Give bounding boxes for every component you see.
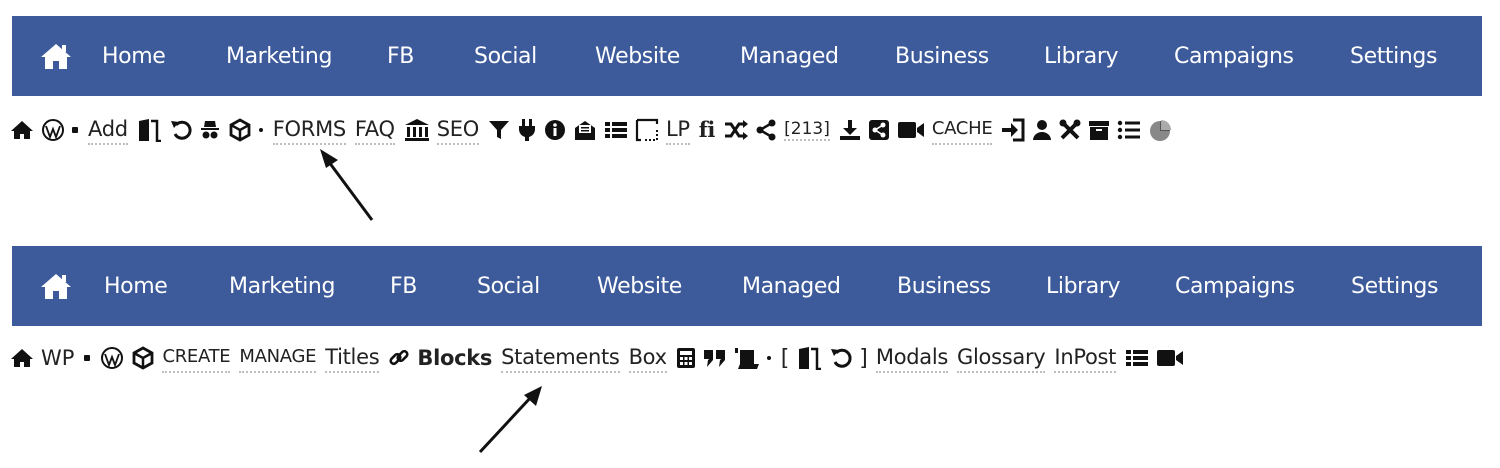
filter-icon[interactable] <box>488 119 510 141</box>
bracket-open: [ <box>780 345 790 371</box>
wordpress-icon[interactable] <box>41 118 65 142</box>
wordpress-icon[interactable] <box>100 346 124 370</box>
undo-icon[interactable] <box>170 119 192 141</box>
archive-icon[interactable] <box>1088 119 1110 141</box>
door-exit-icon[interactable] <box>137 118 163 142</box>
wp-link[interactable]: WP <box>41 346 74 370</box>
bottom-main-nav: Home Marketing FB Social Website Managed… <box>12 246 1482 326</box>
pointer-arrow <box>478 386 542 454</box>
cube-icon[interactable] <box>228 118 252 142</box>
calculator-icon[interactable] <box>676 347 696 369</box>
bank-icon[interactable] <box>404 118 430 142</box>
undo-icon[interactable] <box>830 347 852 369</box>
nav-home[interactable]: Home <box>104 246 168 326</box>
pie-chart-icon[interactable] <box>1148 118 1172 142</box>
nav-home[interactable]: Home <box>102 16 166 96</box>
fi-link[interactable]: fi <box>699 117 716 144</box>
separator-dot <box>72 127 78 133</box>
home-icon[interactable] <box>10 120 34 140</box>
nav-managed[interactable]: Managed <box>742 246 841 326</box>
blocks-link[interactable]: Blocks <box>417 345 492 372</box>
share-icon[interactable] <box>755 119 777 141</box>
nav-campaigns[interactable]: Campaigns <box>1175 246 1295 326</box>
box-link[interactable]: Box <box>628 344 667 373</box>
nav-settings[interactable]: Settings <box>1350 16 1437 96</box>
home-icon[interactable] <box>40 42 72 70</box>
envelope-open-icon[interactable] <box>573 118 597 142</box>
nav-settings[interactable]: Settings <box>1351 246 1438 326</box>
download-icon[interactable] <box>839 119 861 141</box>
incognito-icon[interactable] <box>199 119 221 141</box>
separator-dot <box>258 128 263 132</box>
bullet-list-icon[interactable] <box>1117 120 1141 140</box>
video-camera-icon[interactable] <box>897 120 925 140</box>
nav-marketing[interactable]: Marketing <box>229 246 335 326</box>
nav-business[interactable]: Business <box>897 246 991 326</box>
top-main-nav: Home Marketing FB Social Website Managed… <box>12 16 1482 96</box>
video-camera-icon[interactable] <box>1156 348 1184 368</box>
link-icon[interactable] <box>388 347 410 369</box>
separator-dot <box>84 355 91 361</box>
shuffle-icon[interactable] <box>724 120 749 140</box>
statements-link[interactable]: Statements <box>501 344 620 373</box>
home-icon[interactable] <box>10 348 34 368</box>
nav-social[interactable]: Social <box>474 16 537 96</box>
lp-link[interactable]: LP <box>665 116 690 145</box>
list-icon[interactable] <box>1125 348 1149 368</box>
titles-link[interactable]: Titles <box>325 344 380 373</box>
inpost-link[interactable]: InPost <box>1054 344 1116 373</box>
nav-business[interactable]: Business <box>895 16 989 96</box>
nav-fb[interactable]: FB <box>387 16 414 96</box>
modals-link[interactable]: Modals <box>875 344 948 373</box>
create-link[interactable]: CREATE <box>162 344 231 373</box>
nav-campaigns[interactable]: Campaigns <box>1174 16 1294 96</box>
bracket-close: ] <box>859 345 868 371</box>
tools-icon[interactable] <box>1059 119 1081 141</box>
forms-link[interactable]: FORMS <box>272 116 346 145</box>
nav-website[interactable]: Website <box>595 16 680 96</box>
door-exit-icon[interactable] <box>797 346 823 370</box>
count-badge[interactable]: [213] <box>784 119 830 141</box>
user-icon[interactable] <box>1032 119 1052 141</box>
seo-link[interactable]: SEO <box>436 116 479 145</box>
list-icon[interactable] <box>604 120 628 140</box>
share-square-icon[interactable] <box>868 119 890 141</box>
top-toolbar: Add FORMS FAQ SEO LP fi [213] CACHE <box>10 110 1179 150</box>
home-icon[interactable] <box>40 272 72 300</box>
nav-library[interactable]: Library <box>1046 246 1121 326</box>
cube-icon[interactable] <box>131 346 155 370</box>
scroll-icon[interactable] <box>734 346 760 370</box>
bottom-toolbar: WP CREATE MANAGE Titles Blocks Statement… <box>10 338 1191 378</box>
glossary-link[interactable]: Glossary <box>957 344 1046 373</box>
cache-link[interactable]: CACHE <box>931 116 993 145</box>
nav-social[interactable]: Social <box>477 246 540 326</box>
nav-library[interactable]: Library <box>1044 16 1119 96</box>
select-box-icon[interactable] <box>635 118 659 142</box>
sign-in-icon[interactable] <box>1001 118 1025 142</box>
quote-icon[interactable] <box>703 348 727 368</box>
info-icon[interactable] <box>544 119 566 141</box>
plug-icon[interactable] <box>517 118 537 142</box>
nav-marketing[interactable]: Marketing <box>226 16 332 96</box>
faq-link[interactable]: FAQ <box>354 116 395 145</box>
pointer-arrow <box>320 149 374 221</box>
add-link[interactable]: Add <box>88 116 128 145</box>
nav-fb[interactable]: FB <box>390 246 417 326</box>
separator-dot <box>766 356 771 360</box>
manage-link[interactable]: MANAGE <box>239 344 317 373</box>
nav-website[interactable]: Website <box>597 246 682 326</box>
nav-managed[interactable]: Managed <box>740 16 839 96</box>
